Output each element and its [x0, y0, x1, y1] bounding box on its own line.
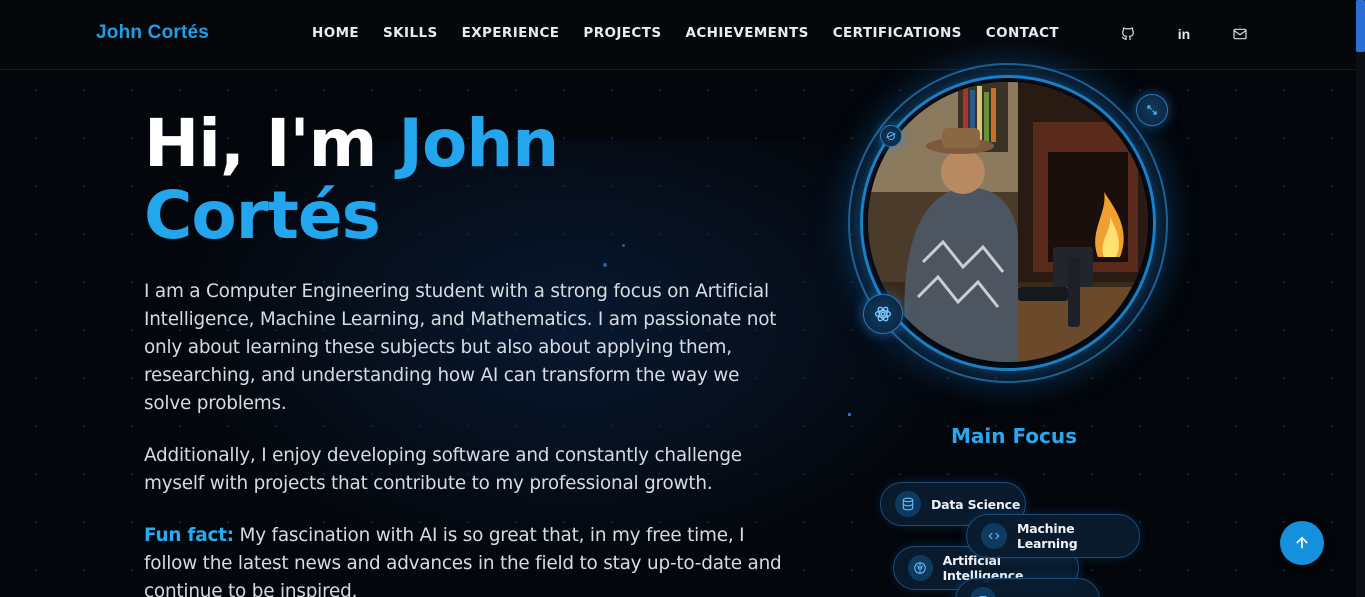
- expand-icon: [1136, 94, 1168, 126]
- database-icon: [902, 497, 914, 511]
- hero-greeting: Hi, I'm: [144, 105, 399, 182]
- code-icon: [988, 532, 1000, 540]
- particle: [603, 263, 607, 267]
- atom-icon: [863, 294, 903, 334]
- chip-icon: [979, 595, 987, 597]
- scrollbar-thumb[interactable]: [1356, 0, 1365, 52]
- intro-paragraph: I am a Computer Engineering student with…: [144, 281, 777, 414]
- github-icon: [1121, 27, 1134, 40]
- back-to-top-button[interactable]: [1280, 521, 1324, 565]
- linkedin-icon: in: [1177, 26, 1191, 42]
- main-focus-title: Main Focus: [951, 424, 1078, 448]
- software-paragraph: Additionally, I enjoy developing softwar…: [144, 445, 742, 494]
- fun-fact-label: Fun fact:: [144, 525, 234, 546]
- fun-fact-text: My fascination with AI is so great that,…: [144, 525, 782, 597]
- nav-experience[interactable]: EXPERIENCE: [462, 25, 560, 41]
- nav-projects[interactable]: PROJECTS: [583, 25, 661, 41]
- github-link[interactable]: [1118, 24, 1138, 44]
- nav-contact[interactable]: CONTACT: [986, 25, 1059, 41]
- nav-links: HOME SKILLS EXPERIENCE PROJECTS ACHIEVEM…: [312, 25, 1083, 41]
- brain-icon: [914, 562, 927, 574]
- navbar: John Cortés HOME SKILLS EXPERIENCE PROJE…: [0, 0, 1356, 70]
- hero-last-name: Cortés: [144, 177, 381, 254]
- focus-chip-label: Machine Learning: [1016, 521, 1078, 551]
- focus-chip-label: Data Science: [931, 496, 1021, 512]
- fun-fact-paragraph: Fun fact: My fascination with AI is so g…: [144, 522, 784, 597]
- arrow-up-icon: [1296, 536, 1308, 549]
- scrollbar-track[interactable]: [1356, 0, 1365, 597]
- brand-logo[interactable]: John Cortés: [96, 22, 209, 44]
- mail-icon: [1233, 28, 1247, 40]
- profile-photo: [868, 82, 1148, 362]
- hero-title: Hi, I'm John Cortés: [144, 108, 744, 252]
- nav-home[interactable]: HOME: [312, 25, 359, 41]
- planet-icon: [880, 125, 902, 147]
- email-link[interactable]: [1230, 24, 1250, 44]
- nav-skills[interactable]: SKILLS: [383, 25, 438, 41]
- hero-first-name: John: [398, 105, 559, 182]
- particle: [848, 413, 851, 416]
- linkedin-link[interactable]: in: [1174, 24, 1194, 44]
- nav-achievements[interactable]: ACHIEVEMENTS: [685, 25, 808, 41]
- nav-certifications[interactable]: CERTIFICATIONS: [833, 25, 962, 41]
- focus-chip-machine-learning[interactable]: Machine Learning: [966, 514, 1140, 558]
- focus-chip-partial[interactable]: [955, 578, 1100, 597]
